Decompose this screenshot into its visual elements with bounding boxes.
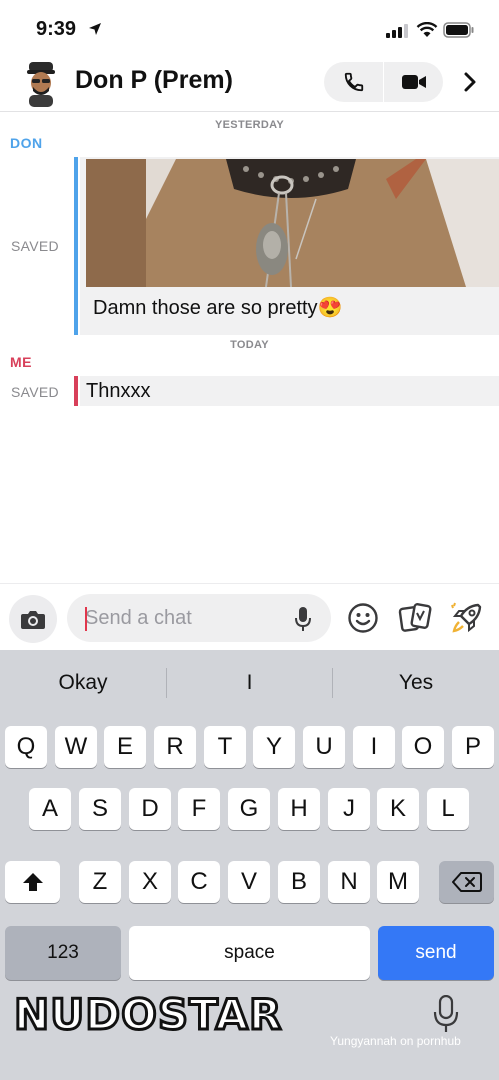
mic-icon bbox=[295, 607, 311, 631]
chat-input-bar bbox=[0, 583, 499, 650]
send-key[interactable]: send bbox=[378, 926, 494, 980]
dictation-button[interactable] bbox=[430, 994, 462, 1034]
delete-key[interactable] bbox=[439, 861, 494, 903]
key-q[interactable]: Q bbox=[5, 726, 47, 768]
key-f[interactable]: F bbox=[178, 788, 220, 830]
video-icon bbox=[401, 75, 426, 89]
chat-input-wrapper bbox=[67, 594, 331, 642]
key-g[interactable]: G bbox=[228, 788, 270, 830]
snap-image[interactable] bbox=[86, 159, 499, 287]
me-message-text: Thnxxx bbox=[86, 380, 151, 402]
chat-header: Don P (Prem) bbox=[0, 56, 499, 112]
watermark-credit: Yungyannah on pornhub bbox=[330, 1034, 461, 1048]
key-e[interactable]: E bbox=[104, 726, 146, 768]
shift-key[interactable] bbox=[5, 861, 60, 903]
smiley-icon bbox=[348, 603, 378, 633]
voice-call-button[interactable] bbox=[324, 62, 383, 102]
date-divider-today: TODAY bbox=[230, 339, 269, 351]
location-arrow-icon bbox=[88, 22, 102, 41]
sticker-icon bbox=[398, 603, 432, 632]
key-r[interactable]: R bbox=[154, 726, 196, 768]
date-divider-yesterday: YESTERDAY bbox=[215, 119, 284, 131]
key-i[interactable]: I bbox=[353, 726, 395, 768]
key-c[interactable]: C bbox=[178, 861, 220, 903]
key-l[interactable]: L bbox=[427, 788, 469, 830]
camera-button[interactable] bbox=[9, 595, 57, 643]
sender-label-me: ME bbox=[10, 354, 32, 370]
key-n[interactable]: N bbox=[328, 861, 370, 903]
don-message-text: Damn those are so pretty😍 bbox=[93, 297, 343, 319]
key-w[interactable]: W bbox=[55, 726, 97, 768]
key-u[interactable]: U bbox=[303, 726, 345, 768]
key-d[interactable]: D bbox=[129, 788, 171, 830]
key-j[interactable]: J bbox=[328, 788, 370, 830]
key-p[interactable]: P bbox=[452, 726, 494, 768]
saved-label-don: SAVED bbox=[11, 238, 59, 254]
suggestion-okay[interactable]: Okay bbox=[0, 650, 166, 716]
don-message-accent bbox=[74, 157, 78, 335]
suggestion-yes[interactable]: Yes bbox=[333, 650, 499, 716]
key-o[interactable]: O bbox=[402, 726, 444, 768]
video-call-button[interactable] bbox=[384, 62, 443, 102]
me-message-accent bbox=[74, 376, 78, 406]
camera-icon bbox=[21, 611, 45, 629]
avatar[interactable] bbox=[22, 59, 60, 107]
chat-area[interactable]: YESTERDAY DON SAVED Damn those are so pr… bbox=[0, 113, 499, 583]
watermark-logo: NUDOSTAR bbox=[12, 989, 283, 1041]
suggestion-i[interactable]: I bbox=[167, 650, 332, 716]
rocket-icon bbox=[451, 602, 482, 633]
signal-icon bbox=[386, 24, 408, 43]
dictation-mic-icon bbox=[433, 995, 459, 1032]
status-time: 9:39 bbox=[36, 18, 77, 40]
mic-button[interactable] bbox=[291, 606, 315, 632]
chevron-right-button[interactable] bbox=[456, 68, 484, 96]
saved-label-me: SAVED bbox=[11, 384, 59, 400]
wifi-icon bbox=[416, 21, 438, 43]
key-b[interactable]: B bbox=[278, 861, 320, 903]
contact-name[interactable]: Don P (Prem) bbox=[75, 66, 233, 95]
key-m[interactable]: M bbox=[377, 861, 419, 903]
key-s[interactable]: S bbox=[79, 788, 121, 830]
keyboard: Okay I Yes Q W E R T Y U I O P A S D F G… bbox=[0, 650, 499, 1080]
key-z[interactable]: Z bbox=[79, 861, 121, 903]
key-v[interactable]: V bbox=[228, 861, 270, 903]
chevron-right-icon bbox=[464, 72, 476, 92]
numbers-key[interactable]: 123 bbox=[5, 926, 121, 980]
battery-icon bbox=[443, 22, 475, 43]
rocket-button[interactable] bbox=[449, 600, 485, 636]
key-x[interactable]: X bbox=[129, 861, 171, 903]
keyboard-bottom-bar: NUDOSTAR Yungyannah on pornhub bbox=[0, 989, 499, 1080]
status-bar: 9:39 bbox=[0, 0, 499, 56]
space-key[interactable]: space bbox=[129, 926, 370, 980]
key-h[interactable]: H bbox=[278, 788, 320, 830]
key-k[interactable]: K bbox=[377, 788, 419, 830]
key-a[interactable]: A bbox=[29, 788, 71, 830]
smiley-button[interactable] bbox=[345, 600, 381, 636]
text-cursor bbox=[85, 607, 87, 631]
call-button-group bbox=[324, 62, 443, 102]
phone-icon bbox=[344, 72, 363, 92]
backspace-icon bbox=[451, 872, 482, 892]
key-y[interactable]: Y bbox=[253, 726, 295, 768]
sticker-button[interactable] bbox=[397, 600, 433, 636]
key-t[interactable]: T bbox=[204, 726, 246, 768]
sender-label-don: DON bbox=[10, 135, 43, 151]
chat-input[interactable] bbox=[85, 594, 285, 642]
suggestion-bar: Okay I Yes bbox=[0, 650, 499, 716]
shift-icon bbox=[22, 873, 43, 891]
